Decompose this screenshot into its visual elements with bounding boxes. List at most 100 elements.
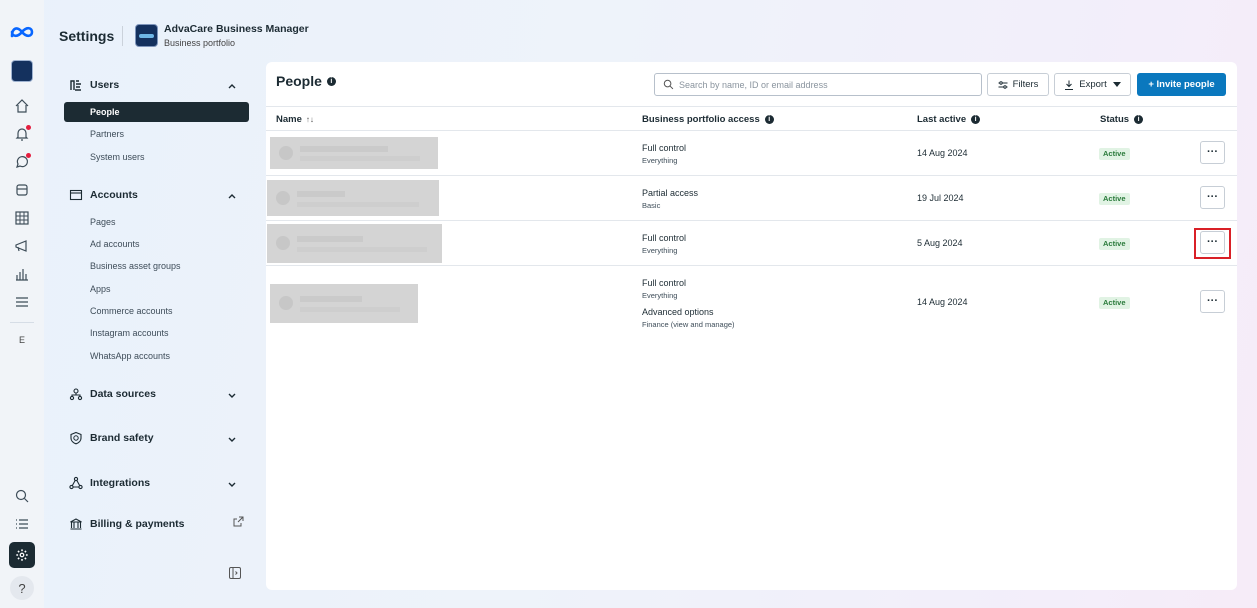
sidebar-item-pages[interactable]: Pages — [90, 217, 116, 227]
column-access: Business portfolio access i — [642, 114, 774, 125]
last-active: 14 Aug 2024 — [917, 148, 968, 158]
redacted-name — [267, 180, 439, 216]
sidebar-data-sources-label: Data sources — [90, 388, 156, 400]
avatar — [279, 296, 293, 310]
page-title: Settings — [59, 28, 115, 44]
accounts-icon[interactable] — [12, 180, 32, 200]
home-icon[interactable] — [12, 96, 32, 116]
table-icon[interactable] — [12, 208, 32, 228]
column-name[interactable]: Name ↑↓ — [276, 114, 314, 125]
meta-logo-icon[interactable] — [9, 24, 35, 40]
info-icon[interactable]: i — [1134, 115, 1144, 124]
search-box[interactable] — [654, 73, 982, 96]
sidebar-section-data-sources[interactable]: Data sources — [69, 387, 156, 401]
sidebar-item-instagram-accounts[interactable]: Instagram accounts — [90, 328, 169, 338]
portfolio-thumbnail[interactable] — [11, 60, 33, 82]
info-icon[interactable]: i — [764, 115, 774, 124]
ads-icon[interactable] — [12, 236, 32, 256]
data-sources-icon — [69, 387, 83, 401]
table-row[interactable]: Full control Everything 14 Aug 2024 Acti… — [266, 131, 1237, 176]
access-detail: Everything — [642, 291, 678, 300]
portfolio-subtitle: Business portfolio — [164, 38, 236, 48]
search-icon[interactable] — [12, 486, 32, 506]
analytics-icon[interactable] — [12, 264, 32, 284]
sidebar-section-billing[interactable]: Billing & payments — [69, 517, 185, 531]
menu-icon[interactable] — [12, 292, 32, 312]
settings-sidebar: Users People Partners System users Accou… — [44, 62, 261, 608]
column-status: Status i — [1100, 114, 1144, 125]
redacted-text — [300, 296, 362, 302]
notification-dot — [26, 125, 31, 130]
sidebar-item-commerce-accounts[interactable]: Commerce accounts — [90, 306, 173, 316]
sort-icon[interactable]: ↑↓ — [306, 115, 314, 124]
people-title: People — [276, 73, 322, 89]
info-icon[interactable]: i — [971, 115, 981, 124]
chevron-down-icon[interactable] — [227, 389, 237, 399]
users-icon — [69, 78, 83, 92]
external-link-icon[interactable] — [233, 516, 244, 527]
accounts-box-icon — [69, 188, 83, 202]
sidebar-item-ad-accounts[interactable]: Ad accounts — [90, 239, 140, 249]
sidebar-section-users[interactable]: Users — [69, 78, 119, 92]
access-detail: Basic — [642, 201, 661, 210]
filters-button[interactable]: Filters — [987, 73, 1049, 96]
sidebar-item-whatsapp-accounts[interactable]: WhatsApp accounts — [90, 351, 170, 361]
sidebar-section-accounts[interactable]: Accounts — [69, 188, 138, 202]
sidebar-brand-safety-label: Brand safety — [90, 432, 154, 444]
chat-icon[interactable] — [12, 152, 32, 172]
people-card: People i Filters Export + Invite people … — [266, 62, 1237, 590]
sidebar-item-apps[interactable]: Apps — [90, 284, 111, 294]
settings-gear-icon[interactable] — [9, 542, 35, 568]
access-level: Full control — [642, 143, 687, 153]
table-row[interactable]: Partial access Basic 19 Jul 2024 Active … — [266, 176, 1237, 221]
status-badge: Active — [1099, 238, 1130, 250]
sidebar-item-people[interactable]: People — [64, 102, 249, 122]
search-input[interactable] — [679, 79, 969, 90]
sidebar-billing-label: Billing & payments — [90, 518, 185, 530]
export-button[interactable]: Export — [1054, 73, 1131, 96]
portfolio-logo[interactable] — [135, 24, 158, 47]
more-options-button[interactable]: ··· — [1200, 141, 1225, 164]
rail-letter-e[interactable]: E — [19, 335, 25, 345]
collapse-sidebar-icon[interactable] — [229, 567, 241, 579]
download-icon — [1065, 80, 1074, 90]
filters-label: Filters — [1012, 79, 1039, 90]
help-icon[interactable]: ? — [10, 576, 34, 600]
redacted-name — [270, 137, 438, 169]
portfolio-name[interactable]: AdvaCare Business Manager — [164, 23, 309, 35]
table-row[interactable]: Full control Everything 5 Aug 2024 Activ… — [266, 221, 1237, 266]
integrations-icon — [69, 476, 83, 490]
table-row[interactable]: Full control Everything Advanced options… — [266, 266, 1237, 338]
access-detail: Everything — [642, 156, 678, 165]
last-active: 19 Jul 2024 — [917, 193, 964, 203]
sidebar-section-integrations[interactable]: Integrations — [69, 476, 150, 490]
redacted-name — [270, 284, 418, 323]
people-heading: People i — [276, 73, 336, 89]
rail-bottom: ? — [9, 478, 35, 600]
column-last-active: Last active i — [917, 114, 981, 125]
redacted-text — [297, 202, 419, 207]
info-icon[interactable]: i — [326, 76, 336, 86]
chevron-up-icon[interactable] — [227, 190, 237, 200]
more-options-button[interactable]: ··· — [1200, 290, 1225, 313]
redacted-text — [297, 247, 427, 252]
redacted-text — [300, 156, 420, 161]
sidebar-integrations-label: Integrations — [90, 477, 151, 489]
filters-icon — [998, 80, 1008, 89]
caret-down-icon — [1112, 82, 1121, 87]
sidebar-item-business-asset-groups[interactable]: Business asset groups — [90, 261, 181, 271]
chevron-down-icon[interactable] — [227, 433, 237, 443]
list-icon[interactable] — [12, 514, 32, 534]
sidebar-section-brand-safety[interactable]: Brand safety — [69, 431, 154, 445]
portfolio-logo-mark — [139, 33, 154, 38]
sidebar-item-partners[interactable]: Partners — [90, 129, 124, 139]
sidebar-item-system-users[interactable]: System users — [90, 152, 145, 162]
notifications-icon[interactable] — [12, 124, 32, 144]
left-rail: E ? — [0, 0, 44, 608]
invite-people-button[interactable]: + Invite people — [1137, 73, 1226, 96]
redacted-name — [267, 224, 442, 263]
column-status-label: Status — [1100, 114, 1130, 125]
more-options-button[interactable]: ··· — [1200, 186, 1225, 209]
chevron-up-icon[interactable] — [227, 80, 237, 90]
chevron-down-icon[interactable] — [227, 478, 237, 488]
